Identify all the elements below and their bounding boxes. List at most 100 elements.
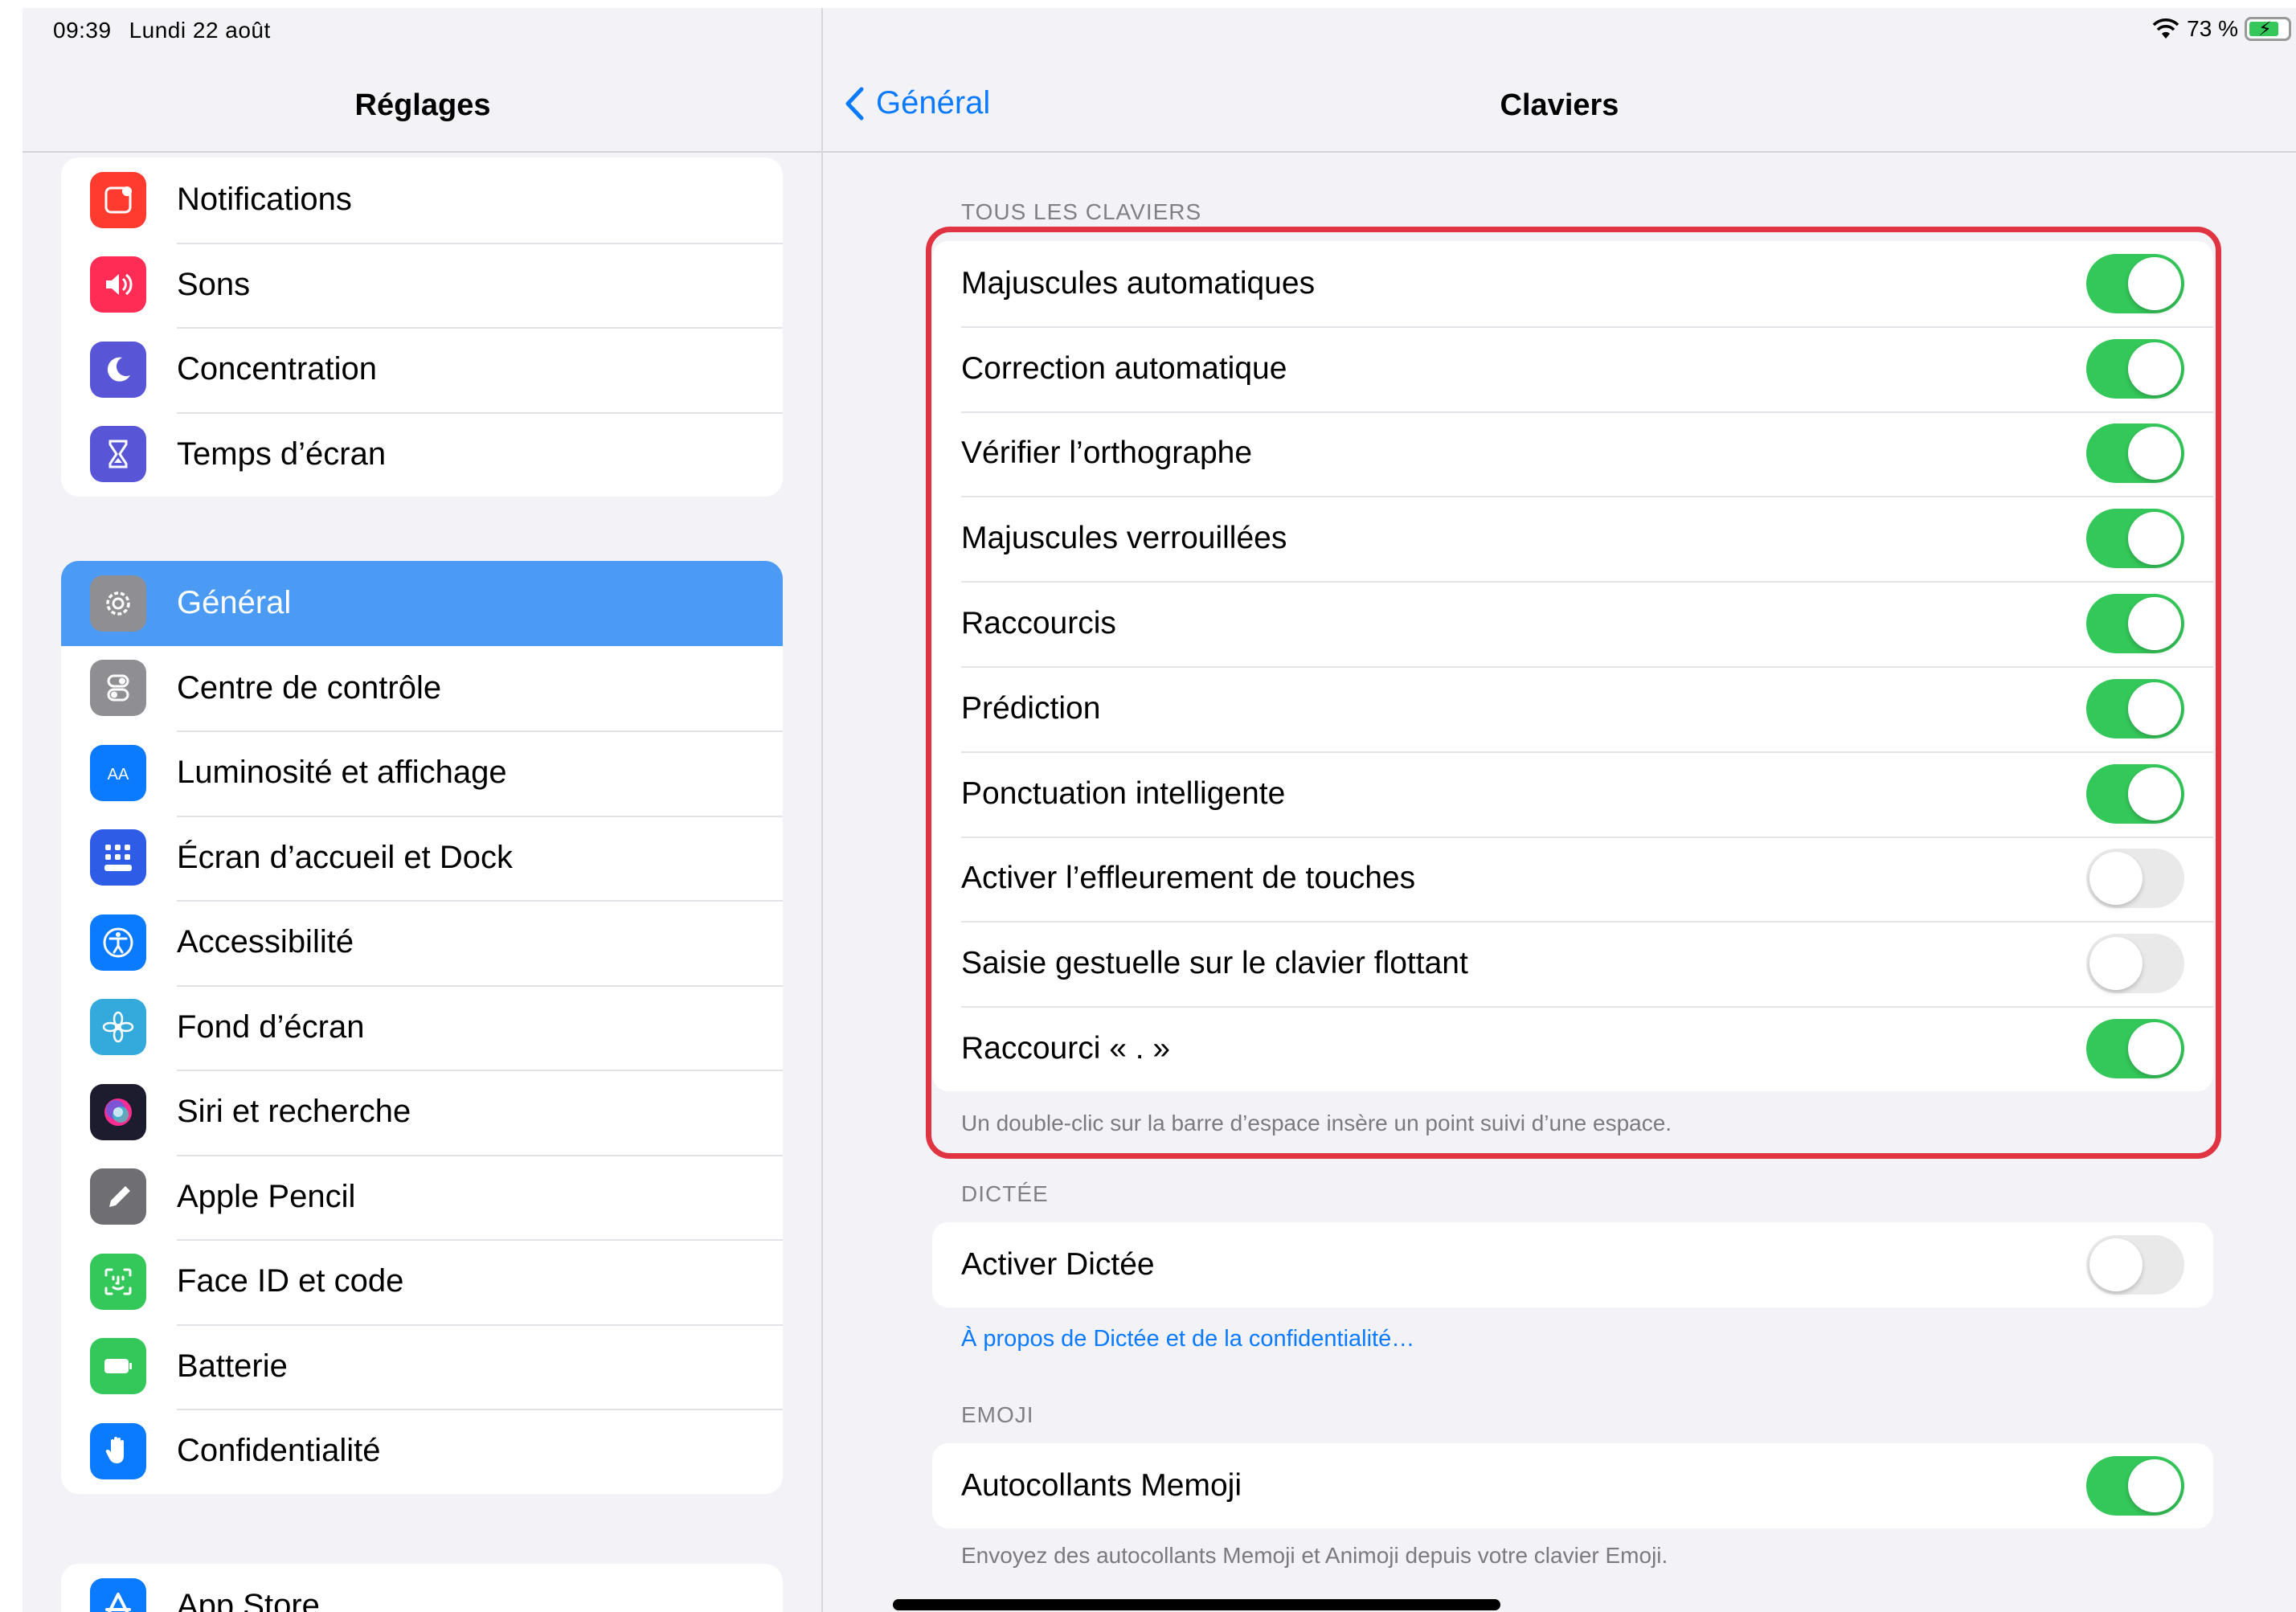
sidebar-item-label: Centre de contrôle <box>177 669 442 706</box>
setting-row-ponctuation-intelligente: Ponctuation intelligente <box>932 751 2213 837</box>
setting-label: Majuscules verrouillées <box>961 521 1287 556</box>
ipad-screen: 09:39 Lundi 22 août Réglages Notification… <box>23 8 2296 1612</box>
sidebar-title: Réglages <box>354 88 491 122</box>
emoji-card: Autocollants Memoji <box>932 1443 2213 1528</box>
toggle-knob <box>2089 852 2143 906</box>
display-icon: AA <box>90 744 146 801</box>
sidebar-item-label: Sons <box>177 266 251 302</box>
sidebar-item-temps-d-ecran[interactable]: Temps d’écran <box>61 411 783 497</box>
toggle-switch[interactable] <box>2086 1019 2184 1079</box>
toggle-switch[interactable] <box>2086 253 2184 313</box>
setting-label: Activer l’effleurement de touches <box>961 861 1416 896</box>
all-keyboards-card: Majuscules automatiques Correction automa… <box>932 241 2213 1091</box>
setting-row-activer-l-effleurement-de-touches: Activer l’effleurement de touches <box>932 836 2213 922</box>
sidebar-item-label: Général <box>177 585 292 621</box>
toggle-switch[interactable] <box>2086 509 2184 569</box>
section-footer-emoji: Envoyez des autocollants Memoji et Animo… <box>961 1543 1668 1568</box>
setting-label: Vérifier l’orthographe <box>961 436 1253 471</box>
pencil-icon <box>90 1168 146 1225</box>
toggle-switch[interactable] <box>2086 763 2184 824</box>
sidebar-item-batterie[interactable]: Batterie <box>61 1324 783 1409</box>
sidebar-item-concentration[interactable]: Concentration <box>61 327 783 412</box>
hourglass-icon <box>90 426 146 483</box>
moon-icon <box>90 341 146 398</box>
sidebar-item-face-id-et-code[interactable]: Face ID et code <box>61 1239 783 1324</box>
sidebar-item-label: Batterie <box>177 1348 288 1384</box>
sidebar-item-confidentialite[interactable]: Confidentialité <box>61 1409 783 1494</box>
setting-row-raccourcis: Raccourcis <box>932 581 2213 666</box>
svg-text:AA: AA <box>108 766 129 783</box>
sidebar-item-notifications[interactable]: Notifications <box>61 158 783 243</box>
toggle-switch[interactable] <box>2086 1234 2184 1295</box>
sidebar-header-divider <box>23 151 821 153</box>
sidebar-item-label: Temps d’écran <box>177 436 387 472</box>
setting-label: Saisie gestuelle sur le clavier flottant <box>961 946 1468 981</box>
home-grid-icon <box>90 829 146 886</box>
toggle-knob <box>2128 1022 2181 1076</box>
sidebar-item-siri-et-recherche[interactable]: Siri et recherche <box>61 1070 783 1155</box>
toggle-knob <box>2128 1459 2181 1512</box>
sidebar-item-ecran-d-accueil-et-dock[interactable]: Écran d’accueil et Dock <box>61 815 783 901</box>
toggle-knob <box>2128 597 2181 651</box>
toggle-knob <box>2128 512 2181 566</box>
sidebar-item-label: Notifications <box>177 182 352 218</box>
sidebar-group-alerts: Notifications Sons Concentration Temps d’éc… <box>61 158 783 497</box>
home-indicator[interactable] <box>893 1599 1500 1610</box>
toggle-switch[interactable] <box>2086 678 2184 738</box>
battery-icon <box>90 1338 146 1395</box>
sidebar-item-label: Fond d’écran <box>177 1009 365 1045</box>
sidebar-item-accessibilite[interactable]: Accessibilité <box>61 900 783 985</box>
setting-row-correction-automatique: Correction automatique <box>932 325 2213 411</box>
dictation-privacy-link[interactable]: À propos de Dictée et de la confidential… <box>961 1326 1414 1352</box>
sidebar-item-app-store[interactable]: App Store <box>61 1564 783 1612</box>
section-header-emoji: EMOJI <box>961 1402 1034 1427</box>
faceid-icon <box>90 1253 146 1310</box>
setting-label: Majuscules automatiques <box>961 265 1316 301</box>
setting-label: Raccourci « . » <box>961 1031 1171 1066</box>
toggle-switch[interactable] <box>2086 594 2184 654</box>
setting-row-raccourci: Raccourci « . » <box>932 1006 2213 1091</box>
setting-row-autocollants-memoji: Autocollants Memoji <box>932 1443 2213 1528</box>
toggle-knob <box>2089 1238 2143 1291</box>
sidebar-item-sons[interactable]: Sons <box>61 242 783 328</box>
toggle-switch[interactable] <box>2086 338 2184 399</box>
gear-icon <box>90 575 146 632</box>
toggle-knob <box>2128 681 2181 735</box>
section-header-dictation: DICTÉE <box>961 1181 1049 1206</box>
toggles-icon <box>90 660 146 717</box>
sidebar-item-luminosite-et-affichage[interactable]: AA Luminosité et affichage <box>61 730 783 816</box>
sidebar-item-label: Confidentialité <box>177 1433 381 1469</box>
setting-row-saisie-gestuelle-sur-le-clavier-flottant: Saisie gestuelle sur le clavier flottant <box>932 921 2213 1006</box>
toggle-knob <box>2128 767 2181 820</box>
setting-row-prediction: Prédiction <box>932 665 2213 751</box>
flower-icon <box>90 999 146 1056</box>
sidebar-item-apple-pencil[interactable]: Apple Pencil <box>61 1154 783 1240</box>
page-title: Claviers <box>1500 88 1619 122</box>
battery-charging-icon: ⚡ <box>2245 17 2291 41</box>
section-header-all-keyboards: TOUS LES CLAVIERS <box>961 199 1202 224</box>
toggle-knob <box>2128 342 2181 395</box>
accessibility-icon <box>90 914 146 971</box>
status-bar-right: 73 % ⚡ <box>2151 16 2291 42</box>
toggle-knob <box>2128 427 2181 481</box>
toggle-switch[interactable] <box>2086 1455 2184 1516</box>
sidebar-item-general[interactable]: Général <box>61 561 783 646</box>
sidebar-item-label: App Store <box>177 1588 320 1612</box>
keyboards-detail-pane: 73 % ⚡ Général Claviers TOUS LES CLAVIER… <box>823 8 2296 1612</box>
section-footer-all-keyboards: Un double-clic sur la barre d’espace ins… <box>961 1111 1672 1135</box>
sidebar-item-label: Écran d’accueil et Dock <box>177 839 513 875</box>
toggle-switch[interactable] <box>2086 423 2184 484</box>
setting-row-majuscules-automatiques: Majuscules automatiques <box>932 241 2213 326</box>
nav-divider <box>823 151 2296 153</box>
setting-label: Raccourcis <box>961 606 1116 641</box>
appstore-icon <box>90 1577 146 1612</box>
setting-label: Ponctuation intelligente <box>961 775 1286 811</box>
toggle-switch[interactable] <box>2086 934 2184 994</box>
setting-row-majuscules-verrouillees: Majuscules verrouillées <box>932 496 2213 581</box>
setting-label: Autocollants Memoji <box>961 1467 1242 1503</box>
toggle-switch[interactable] <box>2086 849 2184 909</box>
sidebar-item-centre-de-controle[interactable]: Centre de contrôle <box>61 646 783 731</box>
toggle-knob <box>2089 937 2143 991</box>
notifications-icon <box>90 171 146 228</box>
sidebar-item-fond-d-ecran[interactable]: Fond d’écran <box>61 984 783 1070</box>
